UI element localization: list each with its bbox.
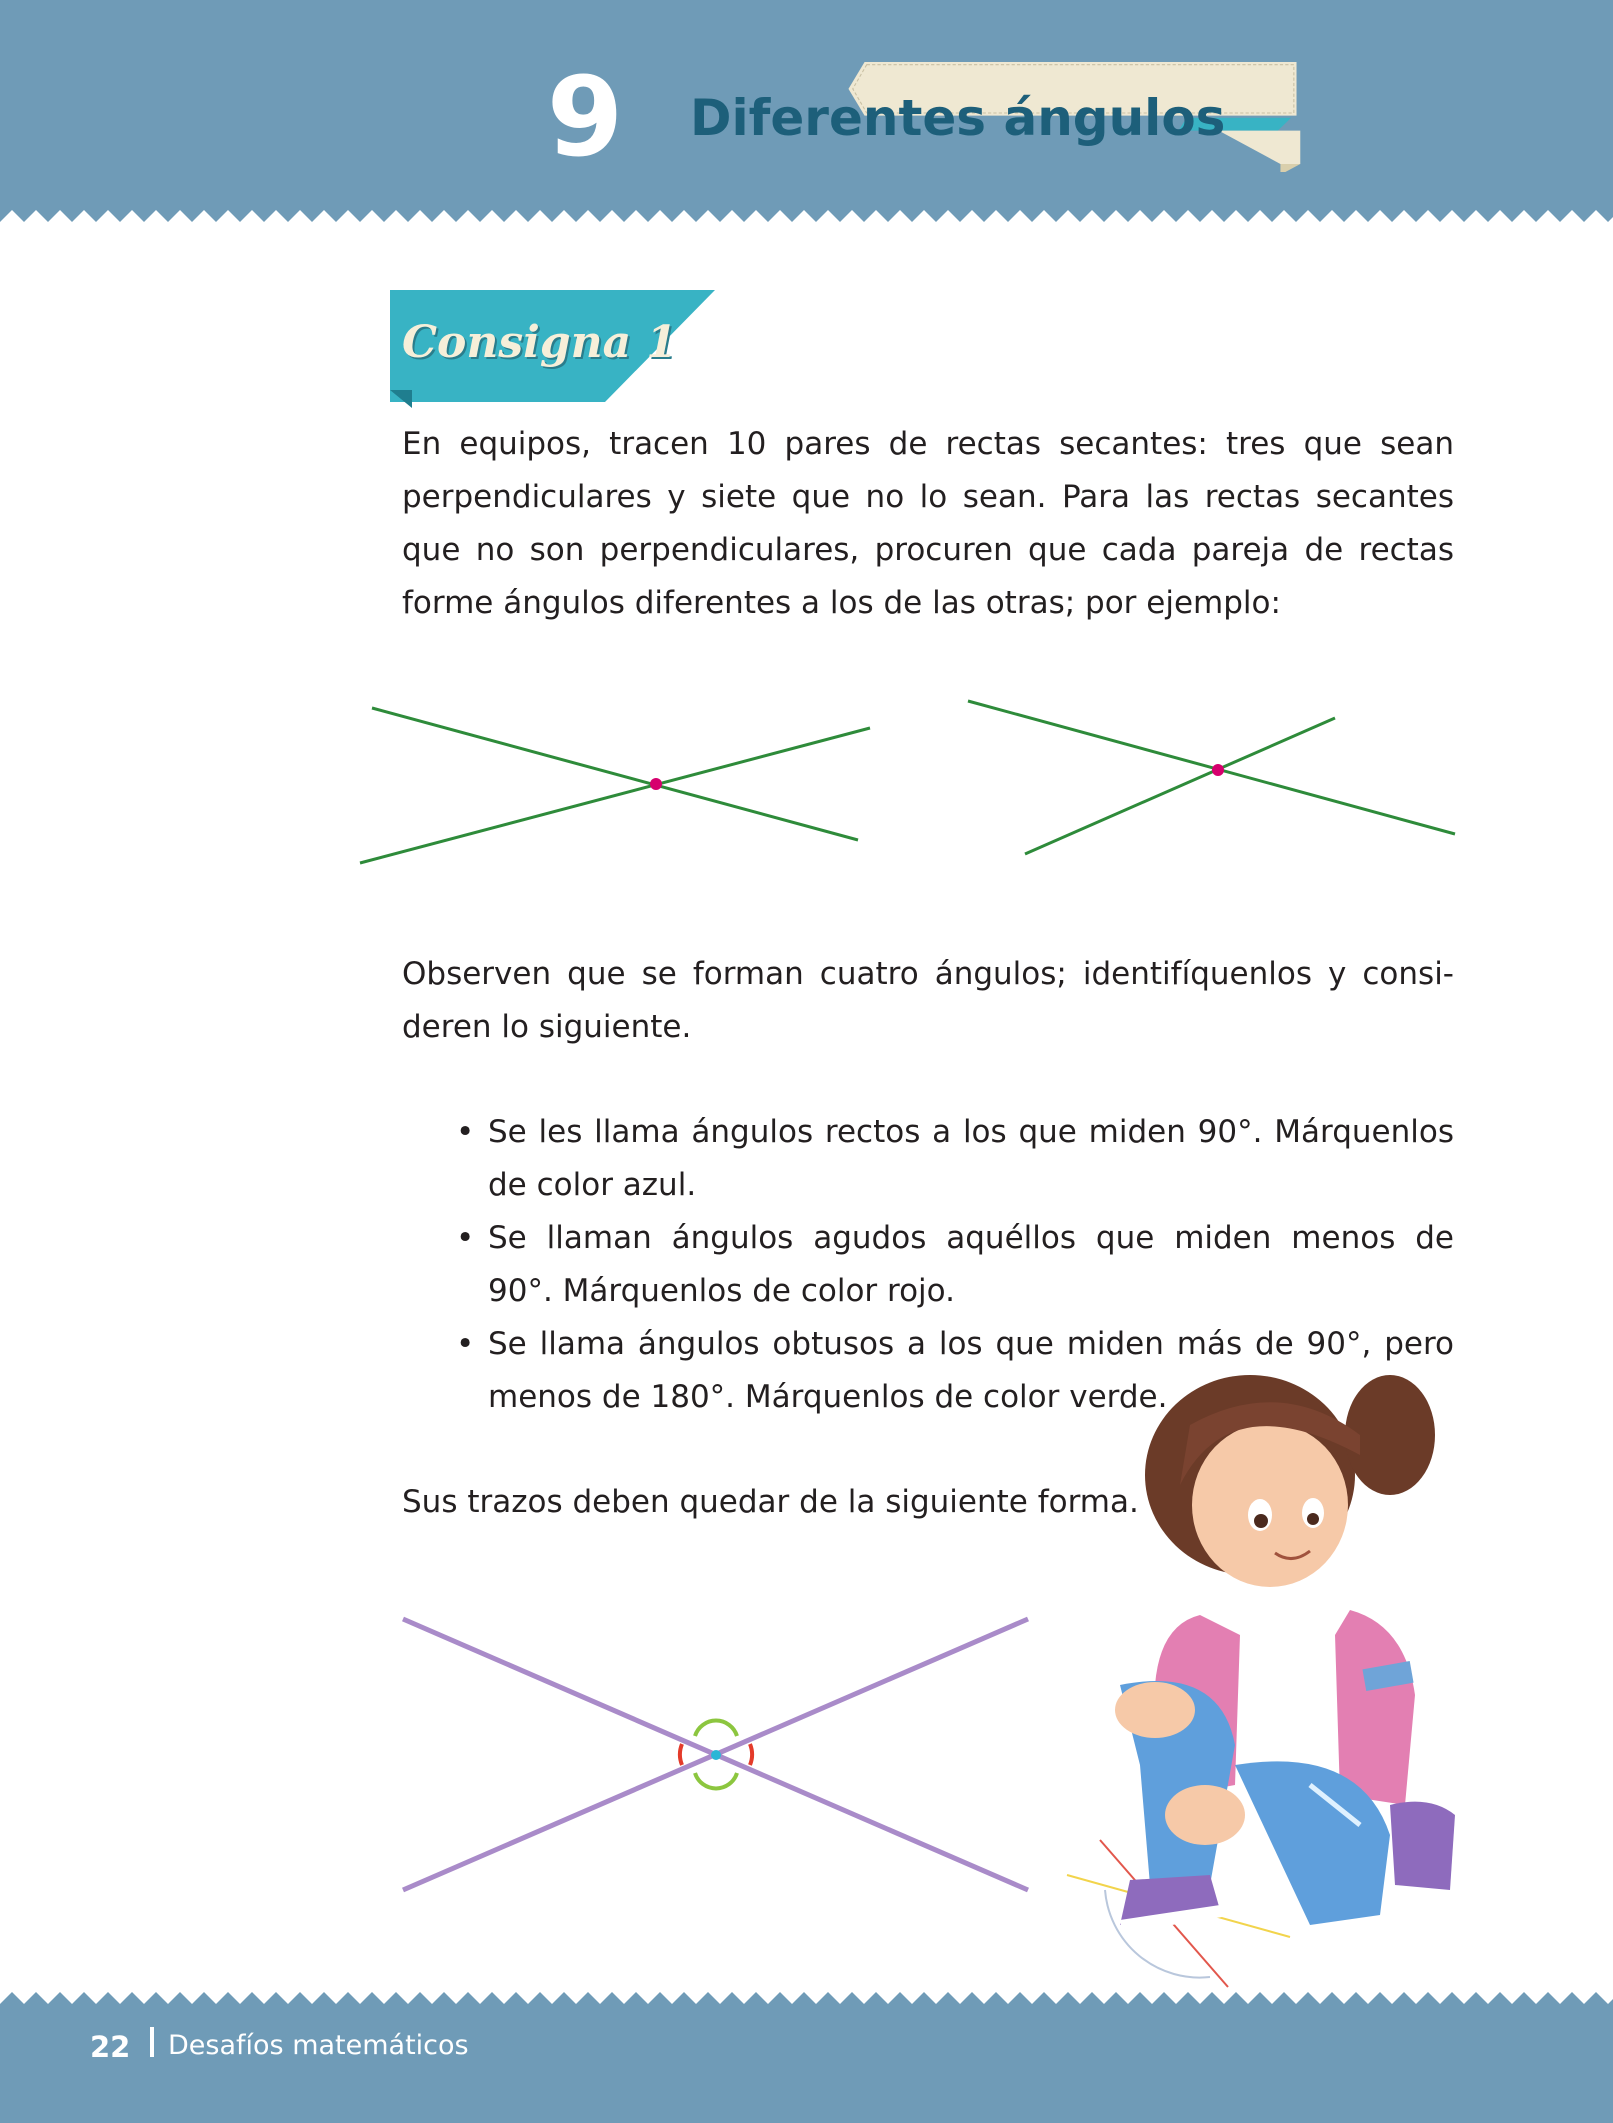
intersection-point [1212,764,1224,776]
intro-line: forme ángulos diferentes a los de las ot… [402,585,1281,621]
bullet-symbol: • [456,1114,475,1150]
bullet-symbol: • [456,1326,475,1362]
intro-line: perpendiculares y siete que no lo sean. … [402,479,1454,515]
footer-separator [150,2027,154,2057]
list-item: • Se les llama ángulos rectos a los que … [450,1106,1454,1212]
bullet-line: 90°. Márquenlos de color rojo. [488,1273,955,1309]
obtuse-angle-mark-top [693,1718,739,1737]
intro-line: En equipos, tracen 10 pares de rectas se… [402,426,1454,462]
lesson-title: Diferentes ángulos [690,89,1226,147]
bullet-line: Se llama ángulos obtusos a los que miden… [488,1326,1454,1362]
marked-angles-figure [402,1616,1029,1893]
consigna-label: Consigna 1 [402,317,678,368]
obtuse-angle-mark-bottom [693,1772,739,1791]
secant-line [967,699,1456,836]
secant-pair-1 [359,706,871,865]
intro-paragraph: En equipos, tracen 10 pares de rectas se… [402,418,1454,630]
example-secant-lines-figure [359,699,1456,865]
secant-line [1024,716,1336,856]
observe-paragraph: Observen que se forman cuatro ángulos; i… [402,948,1454,1054]
book-title: Desafíos matemáticos [168,2030,469,2061]
secant-line [371,706,859,842]
intro-line: que no son perpendiculares, procuren que… [402,532,1454,568]
lesson-number: 9 [546,53,624,181]
acute-angle-mark-left [678,1743,684,1766]
bullet-line: de color azul. [488,1167,697,1203]
bullet-symbol: • [456,1220,475,1256]
girl-drawing-lines-illustration [1066,1375,1455,1988]
page-number: 22 [90,2030,131,2064]
acute-angle-mark-right [748,1743,754,1766]
list-item: • Se llaman ángulos agudos aquéllos que … [450,1212,1454,1318]
observe-line: deren lo siguiente. [402,1009,692,1045]
secant-line [359,726,871,865]
intersection-point [650,778,662,790]
bullet-line: Se les llama ángulos rectos a los que mi… [488,1114,1454,1150]
bullet-line: Se llaman ángulos agudos aquéllos que mi… [488,1220,1454,1256]
intersection-point [711,1750,721,1760]
secant-pair-2 [967,699,1456,856]
observe-line: Observen que se forman cuatro ángulos; i… [402,956,1454,992]
